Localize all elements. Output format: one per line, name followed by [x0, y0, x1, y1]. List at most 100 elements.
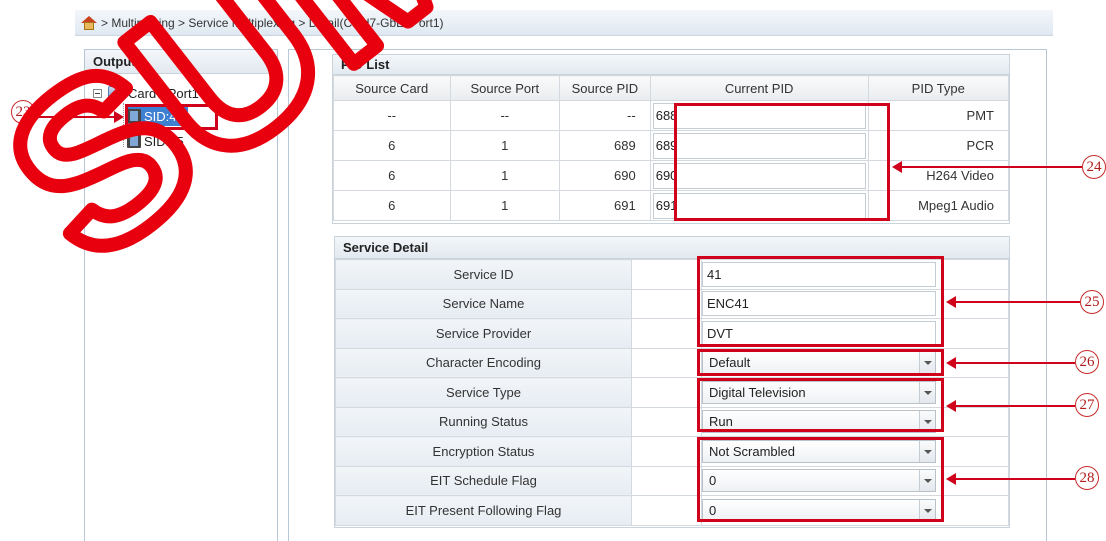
- chevron-down-icon[interactable]: [919, 499, 935, 521]
- select-value: 0: [709, 473, 717, 489]
- service-detail-group: Service Detail Service ID Service Name S…: [334, 236, 1010, 528]
- spacer-cell: [631, 377, 702, 408]
- collapse-icon[interactable]: [93, 88, 102, 98]
- spacer-cell: [631, 495, 702, 526]
- eit-schedule-flag-select[interactable]: 0: [702, 469, 936, 493]
- service-name-input[interactable]: [702, 291, 936, 317]
- field-value-cell: Run: [701, 406, 1009, 437]
- card-icon: [108, 86, 124, 100]
- field-label: Service Provider: [335, 318, 632, 349]
- home-icon[interactable]: [81, 15, 97, 30]
- spacer-cell: [631, 288, 702, 319]
- tree-root-label: Card7-Port1: [128, 85, 199, 101]
- service-id-input[interactable]: [702, 261, 936, 287]
- current-pid-input[interactable]: [652, 132, 866, 159]
- table-row: 6 1 691 Mpeg1 Audio: [333, 190, 1010, 221]
- source-card-cell: 6: [333, 160, 451, 191]
- chevron-down-icon[interactable]: [919, 381, 935, 403]
- running-status-row: Running Status Run: [335, 406, 1009, 437]
- current-pid-input[interactable]: [652, 162, 866, 189]
- chevron-down-icon[interactable]: [919, 470, 935, 492]
- pid-list-group: PID List Source Card Source Port Source …: [332, 54, 1010, 224]
- field-value-cell: 0: [701, 495, 1009, 526]
- pid-type-cell: H264 Video: [867, 160, 1010, 191]
- field-label: Service ID: [335, 259, 632, 290]
- pid-list-title: PID List: [333, 55, 1009, 75]
- source-port-cell: 1: [449, 130, 561, 161]
- callout-arrow-line: [956, 362, 1075, 364]
- detail-panel: PID List Source Card Source Port Source …: [288, 49, 1047, 541]
- select-value: Not Scrambled: [709, 443, 795, 459]
- callout-arrow-line: [36, 116, 114, 118]
- field-value-cell: [701, 318, 1009, 349]
- select-value: Default: [709, 355, 751, 371]
- spacer-cell: [631, 436, 702, 467]
- source-pid-cell: --: [559, 100, 651, 131]
- current-pid-cell: [649, 130, 869, 161]
- field-value-cell: Not Scrambled: [701, 436, 1009, 467]
- source-pid-cell: 691: [559, 190, 651, 221]
- callout-arrow-line: [956, 301, 1080, 303]
- eit-present-following-flag-select[interactable]: 0: [702, 498, 936, 522]
- current-pid-input[interactable]: [652, 192, 866, 219]
- source-card-cell: --: [333, 100, 451, 131]
- arrow-left-icon: [946, 400, 956, 412]
- field-label: EIT Schedule Flag: [335, 465, 632, 496]
- select-value: Digital Television: [709, 384, 806, 400]
- tree-item-label: SID:45: [144, 133, 184, 149]
- pid-type-cell: Mpeg1 Audio: [867, 190, 1010, 221]
- field-value-cell: [701, 288, 1009, 319]
- service-type-select[interactable]: Digital Television: [702, 380, 936, 404]
- column-header: Source PID: [559, 75, 651, 101]
- current-pid-input[interactable]: [652, 102, 866, 129]
- service-id-row: Service ID: [335, 259, 1009, 290]
- callout-25: 25: [1080, 290, 1104, 314]
- table-row: -- -- -- PMT: [333, 100, 1010, 131]
- select-value: Run: [709, 414, 733, 430]
- field-value-cell: 0: [701, 465, 1009, 496]
- current-pid-cell: [649, 100, 869, 131]
- tree-item-sid-45[interactable]: SID:45: [125, 131, 188, 151]
- chevron-down-icon[interactable]: [919, 411, 935, 433]
- field-label: Running Status: [335, 406, 632, 437]
- encryption-status-select[interactable]: Not Scrambled: [702, 439, 936, 463]
- field-label: Character Encoding: [335, 347, 632, 378]
- source-card-cell: 6: [333, 190, 451, 221]
- source-port-cell: --: [449, 100, 561, 131]
- column-header: PID Type: [867, 75, 1010, 101]
- table-row: 6 1 689 PCR: [333, 130, 1010, 161]
- spacer-cell: [631, 318, 702, 349]
- callout-arrow-line: [956, 405, 1075, 407]
- arrow-left-icon: [946, 296, 956, 308]
- current-pid-cell: [649, 190, 869, 221]
- running-status-select[interactable]: Run: [702, 410, 936, 434]
- eit-schedule-flag-row: EIT Schedule Flag 0: [335, 465, 1009, 496]
- field-label: Service Name: [335, 288, 632, 319]
- service-detail-title: Service Detail: [335, 237, 1009, 259]
- tree-item-label: SID:41: [144, 108, 184, 124]
- pid-table: Source Card Source Port Source PID Curre…: [333, 75, 1010, 221]
- callout-26: 26: [1075, 350, 1099, 374]
- service-provider-row: Service Provider: [335, 318, 1009, 349]
- character-encoding-row: Character Encoding Default: [335, 347, 1009, 378]
- chevron-down-icon[interactable]: [919, 440, 935, 462]
- tree-item-sid-41[interactable]: SID:41: [125, 106, 188, 126]
- tree-root-card[interactable]: Card7-Port1: [93, 84, 199, 102]
- service-film-icon: [127, 109, 141, 123]
- source-port-cell: 1: [449, 190, 561, 221]
- arrow-right-icon: [114, 111, 124, 123]
- arrow-left-icon: [946, 357, 956, 369]
- arrow-left-icon: [892, 161, 902, 173]
- eit-present-following-flag-row: EIT Present Following Flag 0: [335, 495, 1009, 526]
- callout-24: 24: [1082, 155, 1106, 179]
- character-encoding-select[interactable]: Default: [702, 351, 936, 375]
- service-provider-input[interactable]: [702, 320, 936, 346]
- encryption-status-row: Encryption Status Not Scrambled: [335, 436, 1009, 467]
- pid-type-cell: PCR: [867, 130, 1010, 161]
- callout-arrow-line: [956, 478, 1075, 480]
- breadcrumb-text: > Multiplexing > Service Multiplexing > …: [101, 15, 444, 30]
- chevron-down-icon[interactable]: [919, 352, 935, 374]
- callout-27: 27: [1075, 393, 1099, 417]
- tree-connector: [123, 103, 124, 147]
- source-card-cell: 6: [333, 130, 451, 161]
